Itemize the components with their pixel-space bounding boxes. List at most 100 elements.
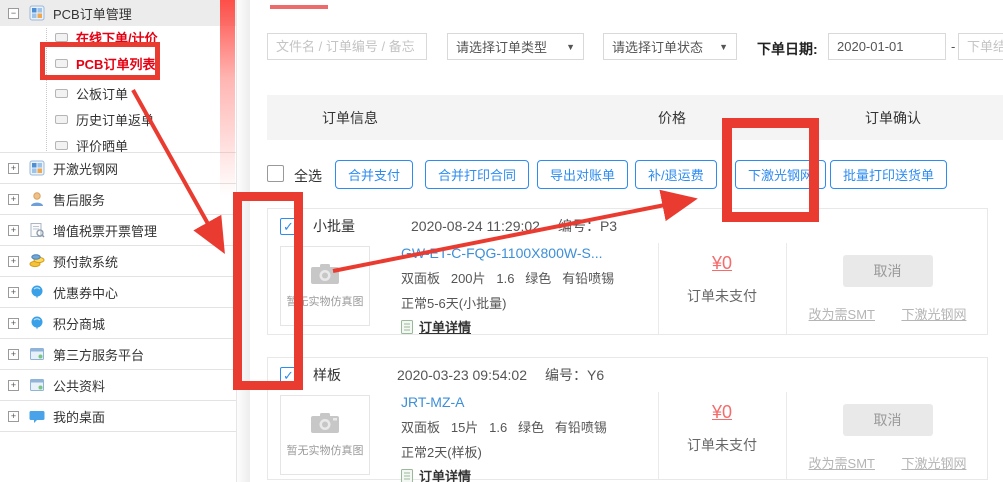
order-date-label: 下单日期:	[757, 39, 818, 59]
sidebar-item-label: 开激光钢网	[53, 159, 118, 178]
balloon-icon	[29, 315, 45, 331]
tree-expand-icon[interactable]: +	[8, 163, 19, 174]
order-datetime: 2020-03-23 09:54:02	[397, 367, 527, 383]
document-icon	[401, 469, 413, 482]
sidebar-item-pcb-order-list[interactable]: PCB订单列表	[55, 52, 155, 74]
order-status-select[interactable]: 请选择订单状态 ▼	[603, 33, 737, 60]
column-price: 价格	[658, 95, 686, 140]
column-order-info: 订单信息	[322, 95, 378, 140]
tree-expand-icon[interactable]: +	[8, 349, 19, 360]
list-item-icon	[55, 33, 68, 42]
sidebar-item-label: 公共资料	[53, 376, 105, 395]
sidebar-item-history-reorder[interactable]: 历史订单返单	[55, 108, 154, 130]
sidebar-item-online-order[interactable]: 在线下单/计价	[55, 26, 158, 48]
select-value: 请选择订单状态	[612, 37, 703, 56]
tree-expand-icon[interactable]: +	[8, 194, 19, 205]
merge-pay-button[interactable]: 合并支付	[335, 160, 413, 189]
tree-expand-icon[interactable]: +	[8, 380, 19, 391]
product-info: GW-ET-C-FQG-1100X800W-S... 双面板 200片 1.6 …	[401, 245, 614, 336]
batch-print-delivery-button[interactable]: 批量打印送货单	[830, 160, 947, 189]
sidebar-item-after-sales[interactable]: + 售后服务	[0, 184, 236, 215]
sidebar-item-label: 历史订单返单	[76, 110, 154, 129]
chevron-down-icon: ▼	[566, 42, 575, 52]
tree-expand-icon[interactable]: +	[8, 287, 19, 298]
sidebar-item-label: 积分商城	[53, 314, 105, 333]
select-value: 请选择订单类型	[456, 37, 547, 56]
pay-status: 订单未支付	[658, 286, 786, 306]
order-header: ✓ 样板 2020-03-23 09:54:02 编号：Y6	[268, 358, 987, 392]
main-content: 请选择订单类型 ▼ 请选择订单状态 ▼ 下单日期: - 订单信息 价格 订单确认…	[250, 0, 1003, 482]
sidebar-item-label: 我的桌面	[53, 407, 105, 426]
pay-status: 订单未支付	[658, 435, 786, 455]
sidebar: − PCB订单管理 在线下单/计价 PCB订单列表 公板订单 历史订单返单 评价…	[0, 0, 250, 482]
change-to-smt-link[interactable]: 改为需SMT	[809, 307, 875, 322]
actions-column: 取消 改为需SMT 下激光钢网	[786, 255, 989, 324]
order-card: ✓ 样板 2020-03-23 09:54:02 编号：Y6 暂无实物仿真图 J…	[267, 357, 988, 480]
sidebar-item-public-board-order[interactable]: 公板订单	[55, 82, 128, 104]
order-laser-stencil-link[interactable]: 下激光钢网	[901, 456, 966, 471]
actions-column: 取消 改为需SMT 下激光钢网	[786, 404, 989, 473]
tree-expand-icon[interactable]: +	[8, 256, 19, 267]
select-all-label: 全选	[294, 166, 322, 186]
order-header: ✓ 小批量 2020-08-24 11:29:02 编号：P3	[268, 209, 987, 243]
grid-icon	[29, 160, 45, 176]
sidebar-item-points-mall[interactable]: + 积分商城	[0, 308, 236, 339]
order-checkbox[interactable]: ✓	[280, 367, 297, 384]
no-image-text: 暂无实物仿真图	[287, 442, 364, 458]
sidebar-item-label: 优惠券中心	[53, 283, 118, 302]
sidebar-item-prepaid-system[interactable]: + 预付款系统	[0, 246, 236, 277]
person-icon	[29, 191, 45, 207]
order-laser-stencil-button[interactable]: 下激光钢网	[735, 160, 826, 189]
sidebar-item-laser-stencil[interactable]: + 开激光钢网	[0, 153, 236, 184]
sidebar-item-vat-invoice[interactable]: + 增值税票开票管理	[0, 215, 236, 246]
order-price[interactable]: ¥0	[658, 253, 786, 274]
date-range-separator: -	[951, 39, 955, 54]
sidebar-item-my-desktop[interactable]: + 我的桌面	[0, 401, 236, 432]
date-start-input[interactable]	[828, 33, 946, 60]
date-end-input[interactable]	[958, 33, 1003, 60]
product-name-link[interactable]: JRT-MZ-A	[401, 394, 607, 410]
column-order-confirm: 订单确认	[865, 95, 921, 140]
export-statement-button[interactable]: 导出对账单	[537, 160, 628, 189]
list-item-icon	[55, 141, 68, 150]
order-details-link[interactable]: 订单详情	[419, 317, 471, 336]
change-to-smt-link[interactable]: 改为需SMT	[809, 456, 875, 471]
tree-collapse-icon[interactable]: −	[8, 8, 19, 19]
coins-icon	[29, 253, 45, 269]
cancel-order-button[interactable]: 取消	[843, 404, 933, 436]
product-specs: 双面板 15片 1.6 绿色 有铅喷锡	[401, 417, 607, 436]
active-tab-indicator	[270, 5, 328, 9]
list-item-icon	[55, 59, 68, 68]
order-details-link[interactable]: 订单详情	[419, 466, 471, 482]
table-header: 订单信息 价格 订单确认	[267, 95, 1003, 140]
order-type-select[interactable]: 请选择订单类型 ▼	[447, 33, 584, 60]
cancel-order-button[interactable]: 取消	[843, 255, 933, 287]
sidebar-scrollbar[interactable]	[236, 0, 250, 482]
tree-expand-icon[interactable]: +	[8, 411, 19, 422]
tree-expand-icon[interactable]: +	[8, 225, 19, 236]
refund-freight-button[interactable]: 补/退运费	[635, 160, 717, 189]
sidebar-item-third-party-platform[interactable]: + 第三方服务平台	[0, 339, 236, 370]
search-input[interactable]	[267, 33, 427, 60]
order-code: 编号：P3	[558, 216, 617, 236]
order-code: 编号：Y6	[545, 365, 604, 385]
product-image-placeholder: 暂无实物仿真图	[280, 395, 370, 475]
sidebar-item-pcb-order-management[interactable]: − PCB订单管理	[0, 0, 236, 26]
order-checkbox[interactable]: ✓	[280, 218, 297, 235]
sidebar-item-label: 第三方服务平台	[53, 345, 144, 364]
product-specs: 双面板 200片 1.6 绿色 有铅喷锡	[401, 268, 614, 287]
sidebar-item-coupon-center[interactable]: + 优惠券中心	[0, 277, 236, 308]
tree-expand-icon[interactable]: +	[8, 318, 19, 329]
balloon-icon	[29, 284, 45, 300]
select-all-checkbox[interactable]	[267, 165, 284, 182]
chat-bubble-icon	[29, 408, 45, 424]
order-datetime: 2020-08-24 11:29:02	[411, 218, 540, 234]
camera-icon	[310, 263, 340, 285]
product-name-link[interactable]: GW-ET-C-FQG-1100X800W-S...	[401, 245, 614, 261]
sidebar-item-public-resources[interactable]: + 公共资料	[0, 370, 236, 401]
order-laser-stencil-link[interactable]: 下激光钢网	[901, 307, 966, 322]
merge-print-contract-button[interactable]: 合并打印合同	[425, 160, 529, 189]
order-price[interactable]: ¥0	[658, 402, 786, 423]
delivery-time: 正常2天(样板)	[401, 442, 607, 461]
sidebar-item-label: 售后服务	[53, 190, 105, 209]
